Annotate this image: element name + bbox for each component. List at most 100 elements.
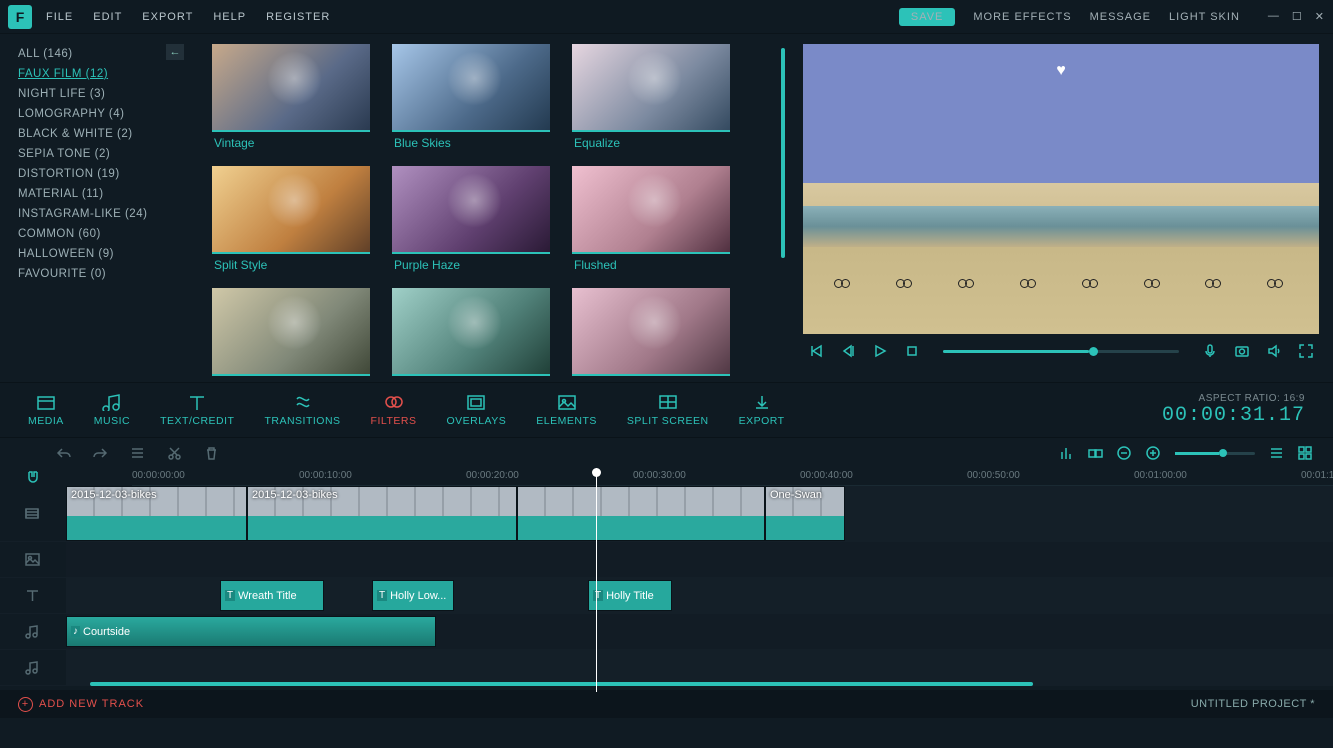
category-item[interactable]: COMMON (60) [18, 224, 196, 244]
window-maximize-icon[interactable]: ☐ [1292, 10, 1303, 23]
magnet-icon[interactable] [26, 470, 40, 484]
timecode-display: 00:00:31.17 [1162, 404, 1305, 427]
category-item[interactable]: FAUX FILM (12) [18, 64, 196, 84]
mode-tab-filters[interactable]: FILTERS [371, 393, 417, 427]
category-item[interactable]: SEPIA TONE (2) [18, 144, 196, 164]
delete-icon[interactable] [204, 446, 219, 461]
goto-start-icon[interactable] [809, 344, 823, 358]
mode-tab-export[interactable]: EXPORT [739, 393, 785, 427]
menu-light-skin[interactable]: LIGHT SKIN [1169, 11, 1240, 23]
timeline-scrollbar[interactable] [90, 682, 1033, 686]
category-item[interactable]: HALLOWEEN (9) [18, 244, 196, 264]
zoom-slider[interactable] [1175, 452, 1255, 455]
bottom-bar: + ADD NEW TRACK UNTITLED PROJECT * [0, 690, 1333, 718]
mode-tabs: MEDIA MUSIC TEXT/CREDIT TRANSITIONS FILTERS O… [0, 382, 1333, 438]
preview-progress[interactable] [943, 350, 1179, 353]
mode-tab-splitscreen[interactable]: SPLIT SCREEN [627, 393, 709, 427]
play-icon[interactable] [873, 344, 887, 358]
track-audio-1: ♪Courtside [0, 614, 1333, 650]
menu-right: SAVE MORE EFFECTS MESSAGE LIGHT SKIN — ☐… [899, 8, 1325, 26]
mode-tab-transitions[interactable]: TRANSITIONS [264, 393, 340, 427]
volume-icon[interactable] [1267, 344, 1281, 358]
filter-thumbnail[interactable]: Split Style [212, 166, 370, 282]
preview-controls [803, 334, 1319, 358]
back-arrow-icon[interactable]: ← [166, 44, 184, 60]
thumbnail-scrollbar[interactable] [781, 48, 785, 258]
filter-thumbnail[interactable]: Purple Haze [392, 166, 550, 282]
menubar: F FILE EDIT EXPORT HELP REGISTER SAVE MO… [0, 0, 1333, 34]
mode-tab-overlays[interactable]: OVERLAYS [446, 393, 506, 427]
timeline-ruler[interactable]: 00:00:00:0000:00:10:0000:00:20:0000:00:3… [132, 468, 1333, 486]
redo-icon[interactable] [93, 446, 108, 461]
category-item[interactable]: INSTAGRAM-LIKE (24) [18, 204, 196, 224]
filter-thumbnail[interactable] [212, 288, 370, 382]
mic-icon[interactable] [1203, 344, 1217, 358]
filter-thumbnail[interactable] [392, 288, 550, 382]
properties-icon[interactable] [130, 446, 145, 461]
ruler-tick: 00:01:10:00 [1301, 470, 1333, 481]
filter-thumbnail[interactable] [572, 288, 730, 382]
mode-tab-media[interactable]: MEDIA [28, 393, 64, 427]
filter-thumbnail[interactable]: Equalize [572, 44, 730, 160]
video-clip[interactable]: 2015-12-03-bikes [66, 486, 247, 541]
menu-help[interactable]: HELP [213, 11, 246, 23]
text-clip[interactable]: TWreath Title [220, 580, 324, 611]
category-item[interactable]: BLACK & WHITE (2) [18, 124, 196, 144]
track-video: 2015-12-03-bikes2015-12-03-bikes One-Swan [0, 486, 1333, 542]
snapshot-icon[interactable] [1235, 344, 1249, 358]
audio-track-icon [25, 624, 41, 640]
fullscreen-icon[interactable] [1299, 344, 1313, 358]
ruler-tick: 00:01:00:00 [1134, 470, 1187, 481]
mode-tab-elements[interactable]: ELEMENTS [536, 393, 597, 427]
text-clip[interactable]: THolly Low... [372, 580, 454, 611]
preview-screen: ♥ [803, 44, 1319, 334]
menu-export[interactable]: EXPORT [142, 11, 193, 23]
thumbnail-label [212, 376, 370, 382]
mode-tab-textcredit[interactable]: TEXT/CREDIT [160, 393, 234, 427]
ruler-tick: 00:00:00:00 [132, 470, 185, 481]
text-track-icon [25, 588, 41, 604]
zoom-out-icon[interactable] [1117, 446, 1132, 461]
category-item[interactable]: LOMOGRAPHY (4) [18, 104, 196, 124]
playhead[interactable] [596, 468, 597, 692]
audio-clip[interactable]: ♪Courtside [66, 616, 436, 647]
menu-register[interactable]: REGISTER [266, 11, 330, 23]
ruler-tick: 00:00:40:00 [800, 470, 853, 481]
video-clip[interactable]: 2015-12-03-bikes [247, 486, 517, 541]
stop-icon[interactable] [905, 344, 919, 358]
video-clip[interactable] [517, 486, 765, 541]
menu-left: FILE EDIT EXPORT HELP REGISTER [46, 11, 330, 23]
app-logo: F [8, 5, 32, 29]
upper-workspace: ← ALL (146)FAUX FILM (12)NIGHT LIFE (3)L… [0, 34, 1333, 382]
grid-view-icon[interactable] [1298, 446, 1313, 461]
category-item[interactable]: DISTORTION (19) [18, 164, 196, 184]
window-close-icon[interactable]: ✕ [1315, 10, 1325, 23]
filter-thumbnail[interactable]: Vintage [212, 44, 370, 160]
prev-frame-icon[interactable] [841, 344, 855, 358]
category-item[interactable]: MATERIAL (11) [18, 184, 196, 204]
list-view-icon[interactable] [1269, 446, 1284, 461]
video-clip[interactable]: One-Swan [765, 486, 845, 541]
ruler-tick: 00:00:50:00 [967, 470, 1020, 481]
category-item[interactable]: FAVOURITE (0) [18, 264, 196, 284]
undo-icon[interactable] [56, 446, 71, 461]
menu-more-effects[interactable]: MORE EFFECTS [973, 11, 1071, 23]
audio-settings-icon[interactable] [1059, 446, 1074, 461]
add-track-button[interactable]: + ADD NEW TRACK [18, 697, 144, 712]
menu-edit[interactable]: EDIT [93, 11, 122, 23]
window-minimize-icon[interactable]: — [1268, 10, 1280, 23]
ruler-tick: 00:00:30:00 [633, 470, 686, 481]
cut-icon[interactable] [167, 446, 182, 461]
save-button[interactable]: SAVE [899, 8, 956, 26]
category-item[interactable]: NIGHT LIFE (3) [18, 84, 196, 104]
menu-message[interactable]: MESSAGE [1090, 11, 1151, 23]
filter-thumbnail[interactable]: Blue Skies [392, 44, 550, 160]
zoom-in-icon[interactable] [1146, 446, 1161, 461]
mode-tab-music[interactable]: MUSIC [94, 393, 130, 427]
plus-icon: + [18, 697, 33, 712]
menu-file[interactable]: FILE [46, 11, 73, 23]
toggle-a-icon[interactable] [1088, 446, 1103, 461]
text-clip[interactable]: THolly Title [588, 580, 672, 611]
filter-thumbnail[interactable]: Flushed [572, 166, 730, 282]
preview-panel: ♥ [803, 34, 1333, 382]
